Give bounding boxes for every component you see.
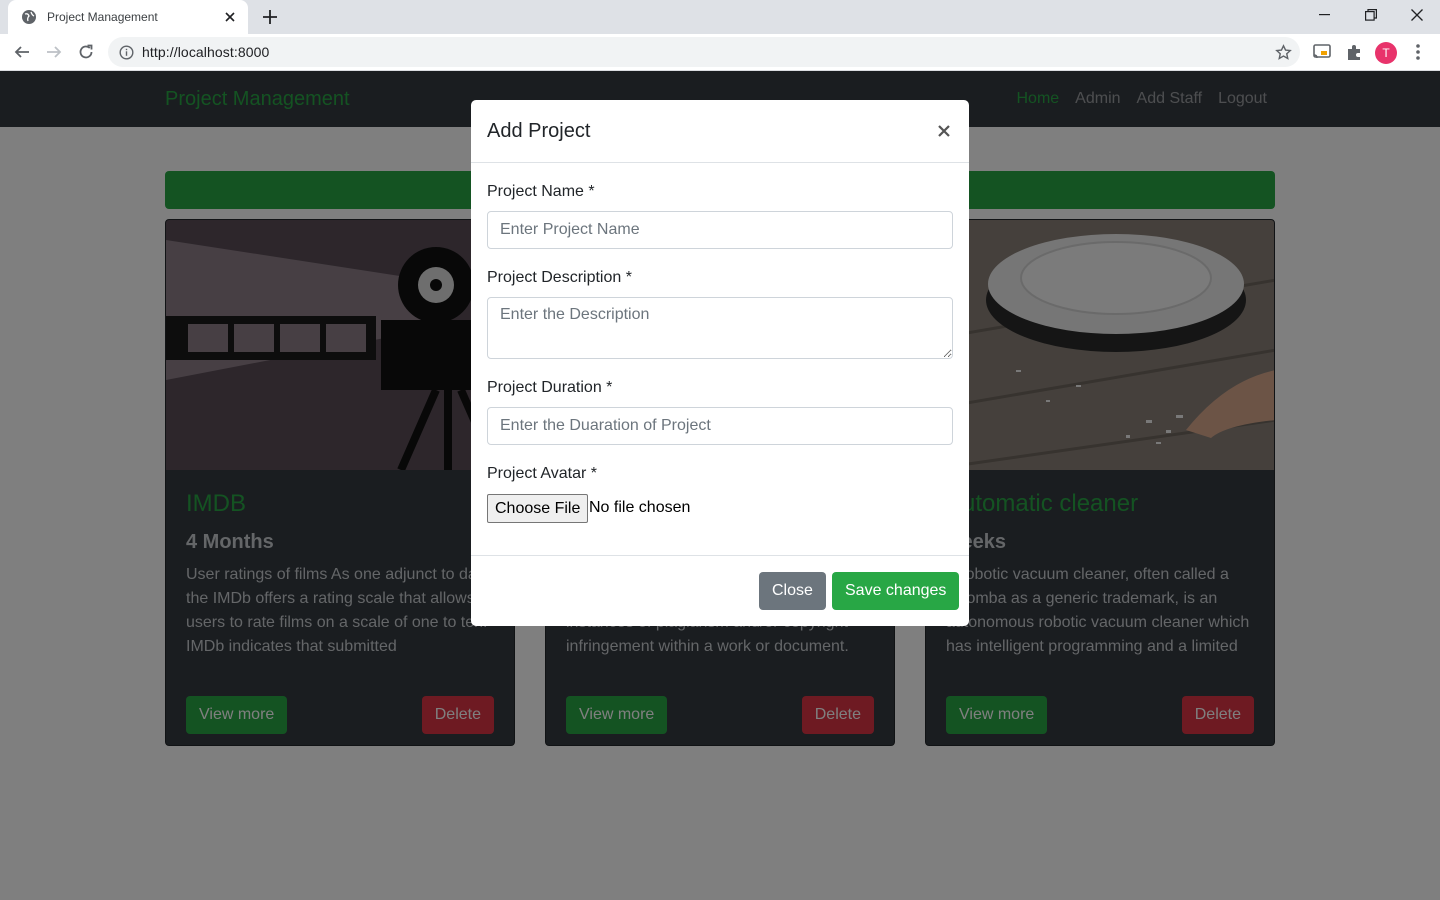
forward-arrow-icon[interactable] — [40, 38, 68, 66]
globe-icon — [21, 9, 37, 25]
tab-title: Project Management — [47, 10, 158, 24]
project-duration-label: Project Duration * — [487, 379, 613, 396]
page-viewport: Project Management Home Admin Add Staff … — [0, 71, 1440, 900]
bookmark-star-icon[interactable] — [1274, 43, 1292, 61]
cast-icon[interactable] — [1310, 40, 1334, 64]
profile-avatar[interactable]: T — [1375, 42, 1397, 64]
project-description-textarea[interactable] — [487, 297, 953, 359]
extensions-puzzle-icon[interactable] — [1342, 40, 1366, 64]
save-changes-button[interactable]: Save changes — [832, 572, 960, 610]
modal-header: Add Project — [471, 100, 969, 163]
browser-tab-bar: Project Management — [0, 0, 1440, 34]
file-status-text: No file chosen — [589, 499, 691, 516]
back-arrow-icon[interactable] — [8, 38, 36, 66]
modal-footer: Close Save changes — [471, 555, 969, 626]
reload-icon[interactable] — [72, 38, 100, 66]
info-icon[interactable] — [118, 44, 134, 60]
close-window-icon[interactable] — [1394, 0, 1440, 30]
close-button[interactable]: Close — [759, 572, 826, 610]
url-text: http://localhost:8000 — [142, 44, 270, 60]
browser-tab[interactable]: Project Management — [8, 0, 248, 34]
kebab-menu-icon[interactable] — [1406, 40, 1430, 64]
minimize-icon[interactable] — [1302, 0, 1348, 30]
restore-icon[interactable] — [1348, 0, 1394, 30]
add-project-modal: Add Project Project Name * Project Descr… — [471, 100, 969, 626]
project-name-input[interactable] — [487, 211, 953, 249]
close-tab-icon[interactable] — [222, 9, 238, 25]
project-duration-input[interactable] — [487, 407, 953, 445]
choose-file-button[interactable]: Choose File — [487, 494, 589, 523]
close-icon[interactable] — [935, 119, 953, 143]
project-avatar-label: Project Avatar * — [487, 465, 597, 482]
project-name-label: Project Name * — [487, 183, 595, 200]
address-bar[interactable]: http://localhost:8000 — [108, 37, 1300, 67]
modal-title: Add Project — [487, 120, 591, 142]
browser-toolbar: http://localhost:8000 T — [0, 34, 1440, 71]
project-description-label: Project Description * — [487, 269, 632, 286]
new-tab-icon[interactable] — [258, 5, 282, 29]
